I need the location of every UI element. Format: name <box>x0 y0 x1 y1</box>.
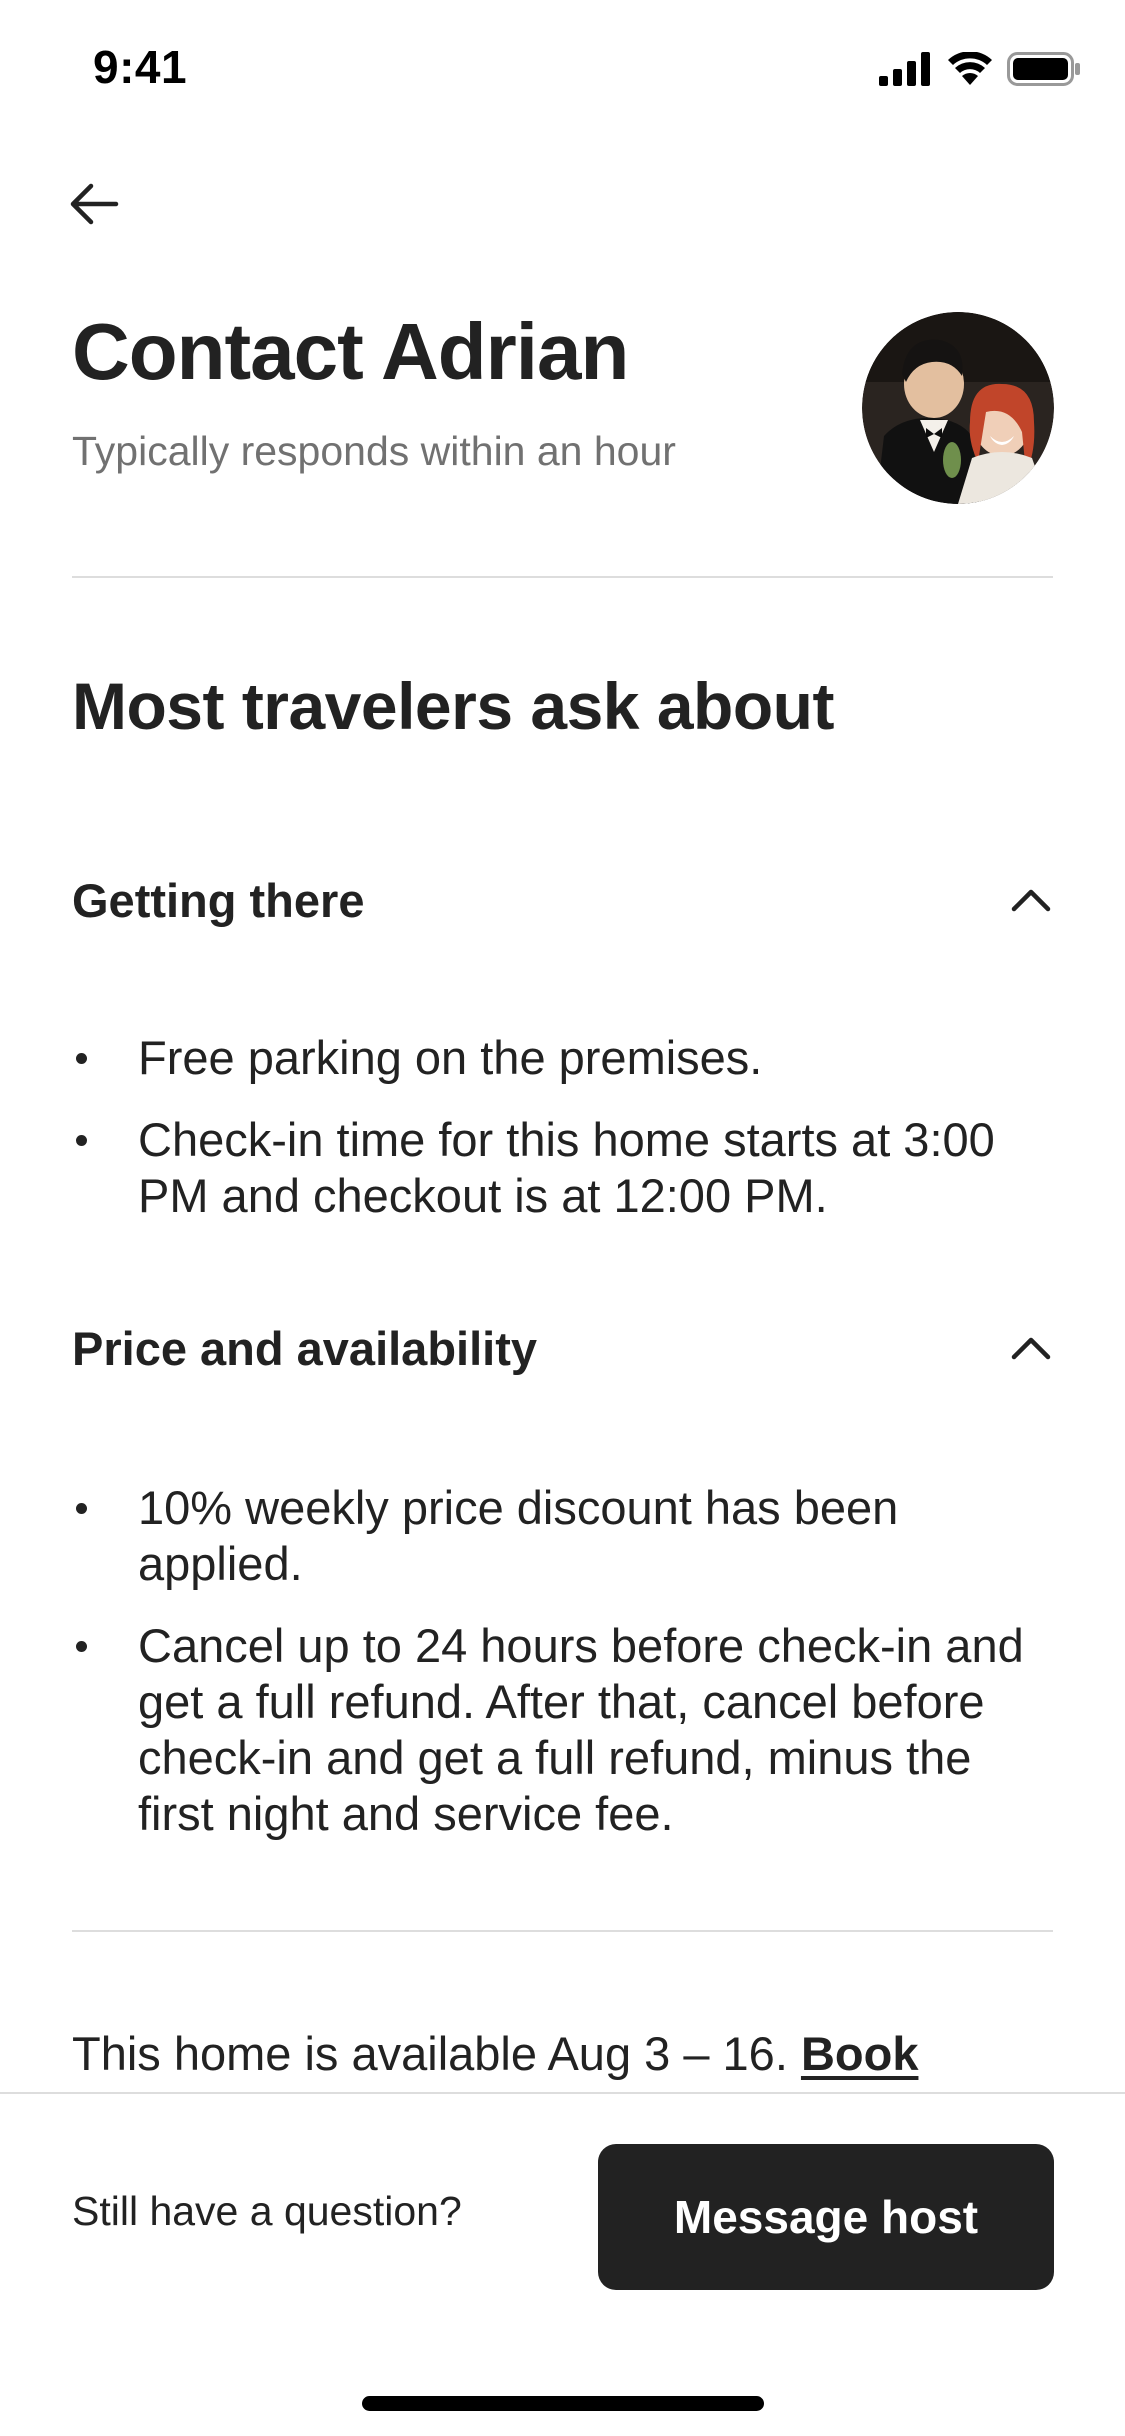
contact-host-screen: 9:41 Contact Adrian Typically responds w… <box>0 0 1125 2436</box>
host-avatar <box>862 312 1054 504</box>
host-avatar-photo <box>862 312 1054 504</box>
accordion-title: Getting there <box>72 873 365 927</box>
list-item: Cancel up to 24 hours before check-in an… <box>72 1618 1032 1842</box>
status-time: 9:41 <box>93 41 188 93</box>
price-availability-list: 10% weekly price discount has been appli… <box>72 1480 1032 1868</box>
accordion-getting-there[interactable]: Getting there <box>72 860 1053 940</box>
back-button[interactable] <box>64 176 124 236</box>
response-time-subtitle: Typically responds within an hour <box>72 428 676 474</box>
list-item: 10% weekly price discount has been appli… <box>72 1480 1032 1592</box>
message-host-button[interactable]: Message host <box>598 2144 1054 2290</box>
chevron-up-icon[interactable] <box>1009 878 1053 922</box>
bullet-icon <box>76 1053 87 1064</box>
arrow-left-icon <box>69 182 119 231</box>
faq-divider <box>72 1930 1053 1932</box>
chevron-up-icon[interactable] <box>1009 1326 1053 1370</box>
page-title: Contact Adrian <box>72 307 629 396</box>
list-item: Free parking on the premises. <box>72 1030 1032 1086</box>
footer-question: Still have a question? <box>72 2188 462 2234</box>
availability-text: This home is available Aug 3 – 16. Book <box>72 2026 918 2081</box>
availability-dates: This home is available Aug 3 – 16. <box>72 2027 788 2080</box>
status-bar: 9:41 <box>0 0 1125 140</box>
bullet-icon <box>76 1135 87 1146</box>
accordion-title: Price and availability <box>72 1321 537 1375</box>
home-indicator[interactable] <box>362 2396 764 2411</box>
bullet-icon <box>76 1503 87 1514</box>
book-link[interactable]: Book <box>801 2027 919 2080</box>
faq-heading: Most travelers ask about <box>72 669 834 743</box>
battery-icon <box>1007 52 1081 91</box>
wifi-icon <box>947 51 993 91</box>
list-item: Check-in time for this home starts at 3:… <box>72 1112 1032 1224</box>
footer-bar: Still have a question? Message host <box>0 2092 1125 2436</box>
cellular-signal-icon <box>879 52 933 91</box>
accordion-price-availability[interactable]: Price and availability <box>72 1308 1053 1388</box>
bullet-icon <box>76 1641 87 1652</box>
getting-there-list: Free parking on the premises. Check-in t… <box>72 1030 1032 1250</box>
status-icons <box>879 51 1081 91</box>
header-divider <box>72 576 1053 578</box>
